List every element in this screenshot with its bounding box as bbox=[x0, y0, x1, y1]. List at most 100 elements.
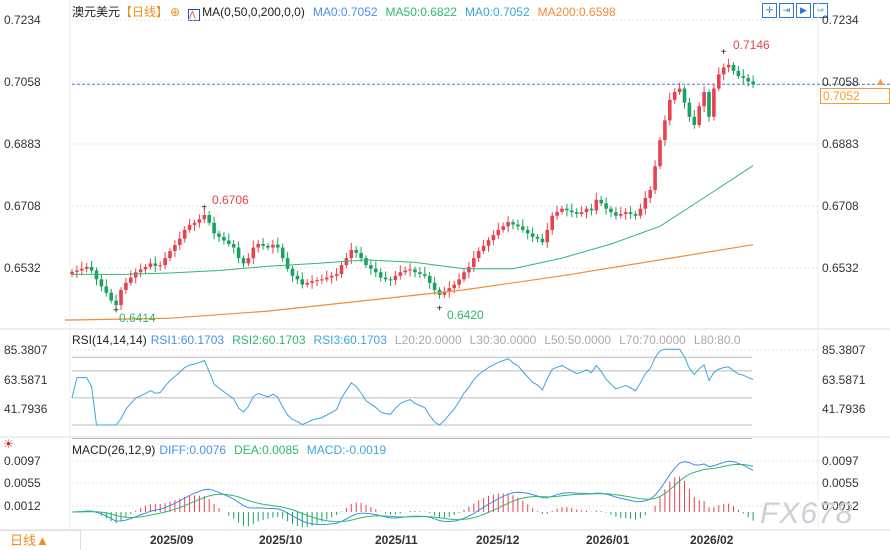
price-tick-left: 0.7058 bbox=[4, 75, 41, 89]
annotation-low: 0.6420 bbox=[447, 308, 484, 322]
candle bbox=[290, 268, 295, 276]
l80-value: L80:80.0 bbox=[693, 333, 741, 347]
candle bbox=[476, 251, 481, 259]
candle bbox=[148, 263, 153, 267]
rsi-tick-left: 85.3807 bbox=[4, 343, 48, 357]
candle bbox=[310, 281, 314, 283]
candle bbox=[334, 274, 339, 276]
candle bbox=[104, 286, 109, 293]
candle bbox=[658, 140, 662, 167]
candle bbox=[668, 99, 672, 121]
candle bbox=[227, 240, 231, 244]
rsi2-value: RSI2:60.1703 bbox=[232, 333, 306, 347]
candle bbox=[535, 236, 540, 239]
candle bbox=[712, 88, 716, 117]
macd-tick-right: 0.0055 bbox=[822, 476, 859, 490]
rsi-tick-right: 41.7936 bbox=[822, 402, 866, 416]
candle bbox=[403, 270, 407, 273]
candle bbox=[423, 274, 427, 276]
candle bbox=[721, 67, 726, 75]
candle bbox=[212, 222, 216, 234]
date-tick: 2025/10 bbox=[259, 533, 303, 547]
macd-title[interactable]: MACD(26,12,9) bbox=[72, 443, 155, 457]
candle bbox=[584, 208, 589, 213]
candle bbox=[418, 272, 422, 275]
candle bbox=[119, 289, 123, 306]
candle bbox=[359, 252, 363, 259]
candle bbox=[75, 270, 79, 272]
candle bbox=[702, 92, 706, 107]
candle bbox=[741, 76, 746, 78]
candle bbox=[266, 245, 270, 248]
candle bbox=[663, 120, 667, 141]
candle bbox=[516, 224, 520, 227]
candle bbox=[594, 199, 599, 211]
candle bbox=[109, 292, 113, 301]
candle bbox=[124, 282, 128, 290]
candle bbox=[623, 212, 628, 214]
candle bbox=[521, 226, 525, 230]
candle bbox=[677, 88, 682, 93]
candle bbox=[236, 247, 241, 259]
rsi-tick-left: 63.5871 bbox=[4, 373, 48, 387]
candle bbox=[574, 212, 579, 214]
candle bbox=[251, 247, 256, 259]
candle bbox=[246, 258, 251, 264]
candle bbox=[197, 219, 202, 223]
candle bbox=[315, 280, 319, 282]
candle bbox=[462, 272, 466, 280]
chart-canvas[interactable]: ++ ++ bbox=[0, 0, 890, 549]
candle bbox=[687, 102, 692, 117]
candle bbox=[378, 272, 383, 278]
candle bbox=[369, 265, 373, 269]
candle bbox=[746, 77, 750, 82]
candle bbox=[295, 275, 300, 280]
price-tick-left: 0.6883 bbox=[4, 137, 41, 151]
candle bbox=[467, 266, 471, 273]
annotation-high: 0.6706 bbox=[212, 193, 249, 207]
candle bbox=[364, 258, 368, 266]
period-selector[interactable]: 日线▲ bbox=[0, 530, 81, 550]
diff-value: DIFF:0.0076 bbox=[159, 443, 227, 457]
extreme-marker: + bbox=[201, 203, 207, 214]
candle bbox=[619, 213, 623, 216]
candle bbox=[525, 229, 530, 234]
l50-value: L50:50.0000 bbox=[544, 333, 612, 347]
candle bbox=[589, 208, 594, 211]
candle bbox=[187, 224, 192, 230]
candle bbox=[280, 247, 285, 259]
candle bbox=[648, 189, 652, 199]
macd-settings-icon[interactable]: ☀ bbox=[3, 437, 14, 451]
candle bbox=[70, 271, 74, 275]
candle bbox=[408, 269, 412, 271]
candle bbox=[89, 266, 94, 271]
candle bbox=[565, 208, 569, 211]
rsi3-value: RSI3:60.1703 bbox=[313, 333, 387, 347]
rsi-title[interactable]: RSI(14,14,14) bbox=[72, 333, 147, 347]
price-tick-right: 0.7234 bbox=[822, 13, 859, 27]
candle bbox=[751, 81, 755, 85]
candle bbox=[285, 258, 290, 269]
candle bbox=[452, 284, 456, 289]
candle bbox=[241, 258, 246, 264]
candle bbox=[256, 243, 260, 248]
candle bbox=[99, 279, 104, 287]
candle bbox=[692, 116, 697, 125]
rsi-tick-left: 41.7936 bbox=[4, 402, 48, 416]
candle bbox=[457, 279, 461, 285]
date-tick: 2026/02 bbox=[690, 533, 734, 547]
price-tick-right: 0.7058 bbox=[822, 75, 859, 89]
extreme-marker: + bbox=[721, 47, 727, 58]
candle bbox=[114, 300, 118, 306]
candle bbox=[511, 222, 515, 225]
candle bbox=[560, 208, 564, 212]
candle bbox=[143, 266, 148, 270]
macd-tick-left: 0.0055 bbox=[4, 476, 41, 490]
candle bbox=[731, 64, 736, 71]
candle bbox=[501, 226, 505, 230]
candle bbox=[653, 166, 657, 190]
candle bbox=[94, 270, 99, 280]
watermark: FX678 bbox=[760, 497, 854, 530]
candle bbox=[217, 233, 221, 237]
rsi-tick-right: 63.5871 bbox=[822, 373, 866, 387]
